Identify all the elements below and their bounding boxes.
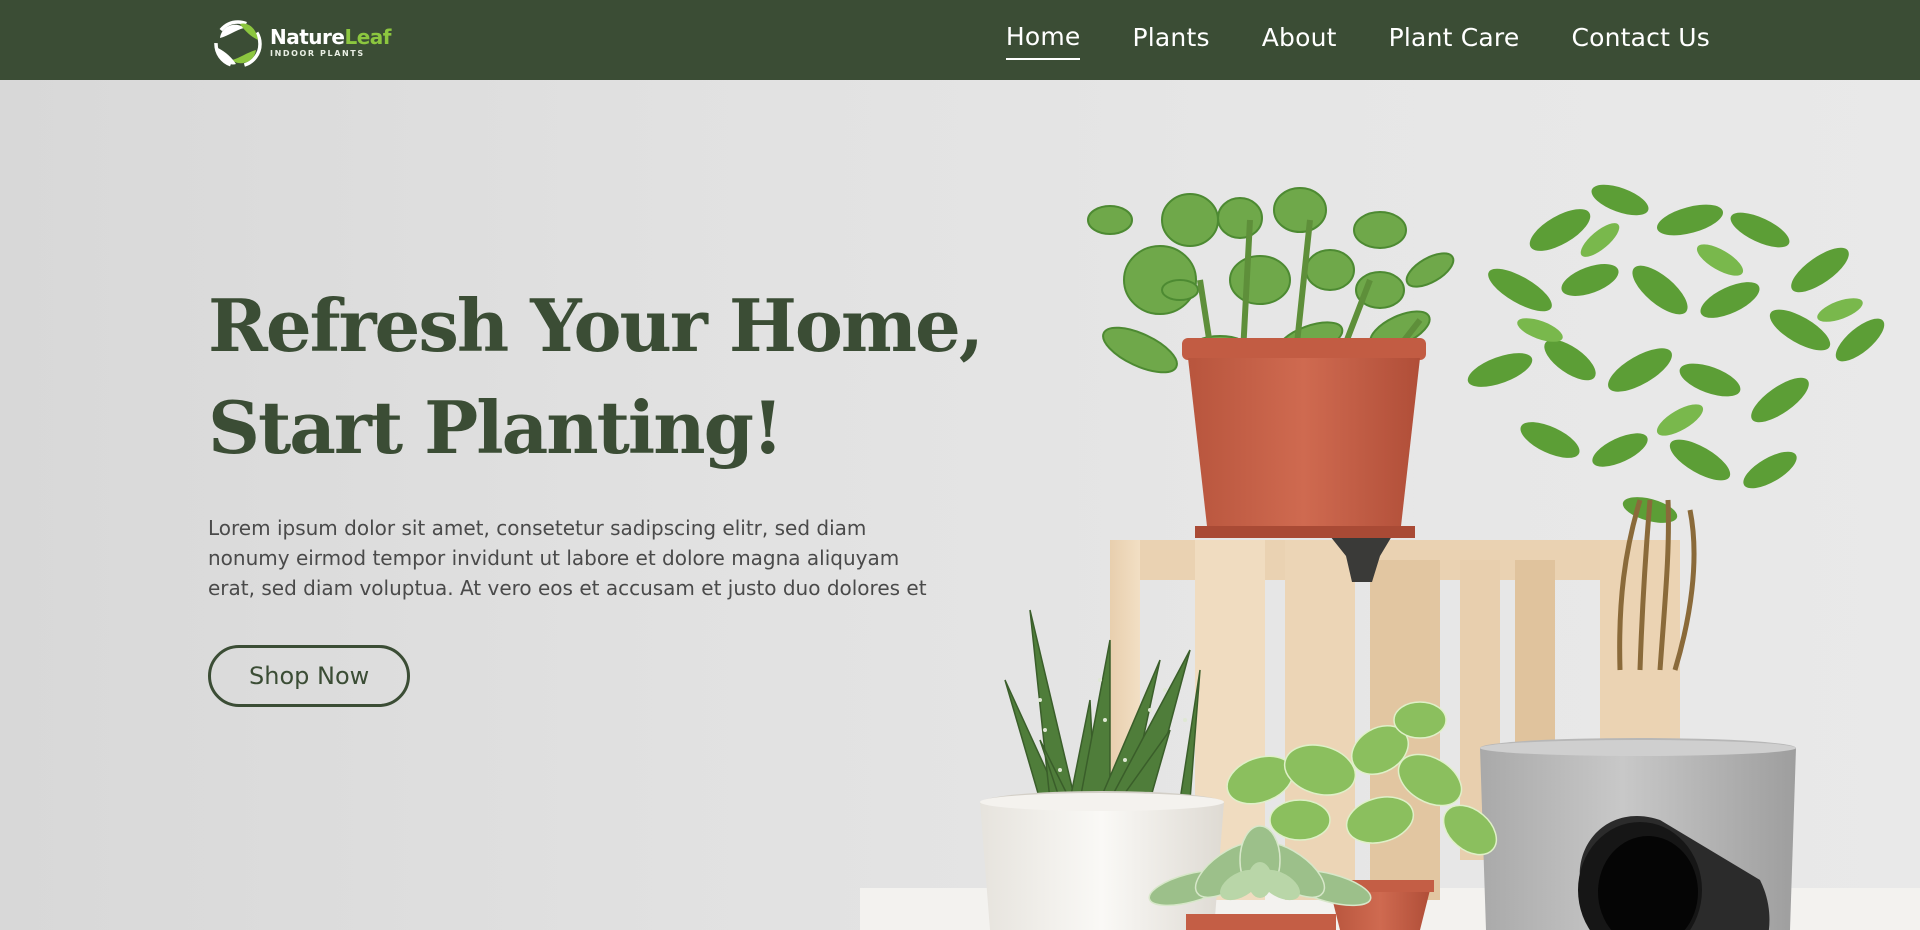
nav-about[interactable]: About	[1262, 21, 1337, 59]
nav-plant-care[interactable]: Plant Care	[1389, 21, 1520, 59]
main-nav: Home Plants About Plant Care Contact Us	[954, 0, 1710, 80]
brand-name: NatureLeaf	[270, 26, 391, 48]
shop-now-button[interactable]: Shop Now	[208, 645, 411, 707]
brand-name-part2: Leaf	[344, 25, 391, 49]
nav-home[interactable]: Home	[1005, 20, 1081, 60]
brand-tagline: INDOOR PLANTS	[270, 49, 365, 58]
hero-headline: Refresh Your Home, Start Planting!	[208, 275, 998, 479]
hero-body-text: Lorem ipsum dolor sit amet, consetetur s…	[208, 516, 927, 600]
leaf-logo-icon	[214, 20, 262, 68]
headline-line-2: Start Planting!	[208, 385, 784, 470]
brand-logo[interactable]: NatureLeaf INDOOR PLANTS	[208, 14, 428, 74]
headline-line-1: Refresh Your Home,	[208, 283, 984, 368]
jade-plant	[1087, 187, 1455, 538]
nav-plants[interactable]: Plants	[1132, 21, 1209, 59]
top-navbar: NatureLeaf INDOOR PLANTS Home Plants Abo…	[0, 0, 1920, 80]
hero-text-block: Refresh Your Home, Start Planting! Lorem…	[208, 275, 998, 707]
brand-name-part1: Nature	[270, 25, 345, 49]
hero-section: Refresh Your Home, Start Planting! Lorem…	[0, 80, 1920, 930]
nav-contact-us[interactable]: Contact Us	[1571, 21, 1710, 59]
